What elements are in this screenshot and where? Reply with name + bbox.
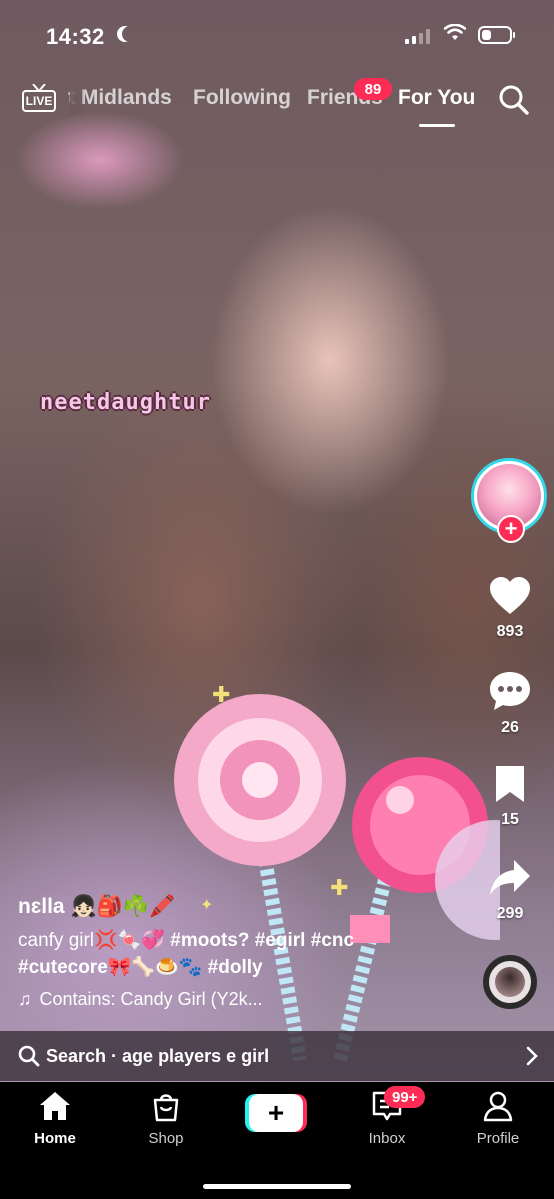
comment-button[interactable]: 26 [484, 670, 536, 737]
tab-fade [70, 86, 86, 116]
battery-icon [478, 26, 515, 44]
tab-following[interactable]: Following [193, 86, 291, 110]
nav-inbox-label: Inbox [368, 1130, 406, 1147]
save-button[interactable]: 15 [484, 764, 536, 829]
follow-button[interactable]: + [497, 515, 525, 543]
comment-count: 26 [501, 719, 519, 736]
caption-hashtags-2[interactable]: #cutecore🎀🦴🍮🐾 #dolly [18, 957, 263, 978]
live-label: LIVE [22, 90, 56, 112]
status-time: 14:32 [46, 24, 105, 49]
music-cover [495, 967, 525, 997]
like-button[interactable]: 893 [484, 576, 536, 641]
creator-username-row[interactable]: nɛlla 👧🏻🎒☘️🖍️ [18, 895, 458, 919]
home-icon [40, 1092, 70, 1120]
music-disc[interactable] [483, 955, 537, 1009]
plus-icon: + [249, 1094, 303, 1132]
profile-icon [483, 1091, 513, 1122]
nav-home[interactable]: Home [10, 1090, 100, 1147]
nav-shop[interactable]: Shop [121, 1090, 211, 1147]
caption-text: canfy girl💢🍬💞 #moots? #egirl #cnc #cutec… [18, 927, 458, 981]
nav-profile-label: Profile [476, 1130, 520, 1147]
search-prefix: Search [46, 1045, 107, 1066]
search-separator: · [106, 1045, 123, 1066]
moon-icon [122, 26, 138, 42]
music-note-icon: ♫ [18, 989, 32, 1009]
wifi-icon [444, 24, 466, 40]
search-suggestion-text: Search · age players e girl [46, 1046, 269, 1067]
video-caption: nɛlla 👧🏻🎒☘️🖍️ canfy girl💢🍬💞 #moots? #egi… [18, 895, 458, 1010]
share-count: 299 [496, 905, 524, 922]
tiktok-screen: ✚ ✚ ✦ 14:32 LIVE t Midlands Following Fr… [0, 0, 554, 1199]
nav-shop-label: Shop [148, 1130, 184, 1147]
share-icon [490, 860, 530, 895]
active-tab-indicator [419, 124, 455, 127]
like-count: 893 [496, 623, 524, 640]
status-bar: 14:32 [0, 0, 554, 72]
comment-icon [490, 672, 530, 710]
lollipop-sticker: ✚ ✚ ✦ [174, 682, 500, 1062]
tv-antenna-icon [32, 84, 46, 92]
bottom-nav: Home Shop + Inbox 99+ Profile [0, 1082, 554, 1199]
nav-home-label: Home [34, 1130, 76, 1147]
nav-profile[interactable]: Profile [453, 1090, 543, 1147]
save-count: 15 [501, 811, 519, 828]
heart-icon [490, 577, 530, 614]
share-button[interactable]: 299 [484, 858, 536, 923]
svg-text:✚: ✚ [212, 682, 230, 707]
username-emojis: 👧🏻🎒☘️🖍️ [70, 895, 176, 918]
music-title: Contains: Candy Girl (Y2k... [39, 989, 263, 1009]
video-overlay-text: neetdaughtur [40, 390, 211, 415]
bookmark-icon [496, 766, 524, 802]
signal-icon [405, 28, 430, 44]
creator-username[interactable]: nɛlla [18, 895, 65, 919]
chevron-right-icon [526, 1046, 538, 1066]
shopping-bag-icon [153, 1094, 179, 1122]
friends-badge: 89 [354, 78, 392, 100]
top-nav: LIVE t Midlands Following Friends 89 For… [0, 78, 554, 128]
inbox-badge: 99+ [384, 1086, 426, 1108]
create-button[interactable]: + [245, 1094, 307, 1132]
home-indicator [203, 1184, 351, 1189]
tab-for-you[interactable]: For You [398, 86, 475, 110]
battery-level [482, 30, 491, 40]
search-suggestion-icon [18, 1045, 40, 1067]
live-button[interactable]: LIVE [22, 84, 56, 112]
music-info[interactable]: ♫ Contains: Candy Girl (Y2k... [18, 989, 458, 1010]
search-suggestion-bar[interactable]: Search · age players e girl [0, 1031, 554, 1081]
search-icon[interactable] [498, 84, 530, 116]
search-query: age players e girl [122, 1045, 270, 1066]
caption-line1-text: canfy girl💢🍬💞 [18, 930, 165, 951]
caption-hashtags-1[interactable]: #moots? #egirl #cnc [170, 930, 354, 951]
